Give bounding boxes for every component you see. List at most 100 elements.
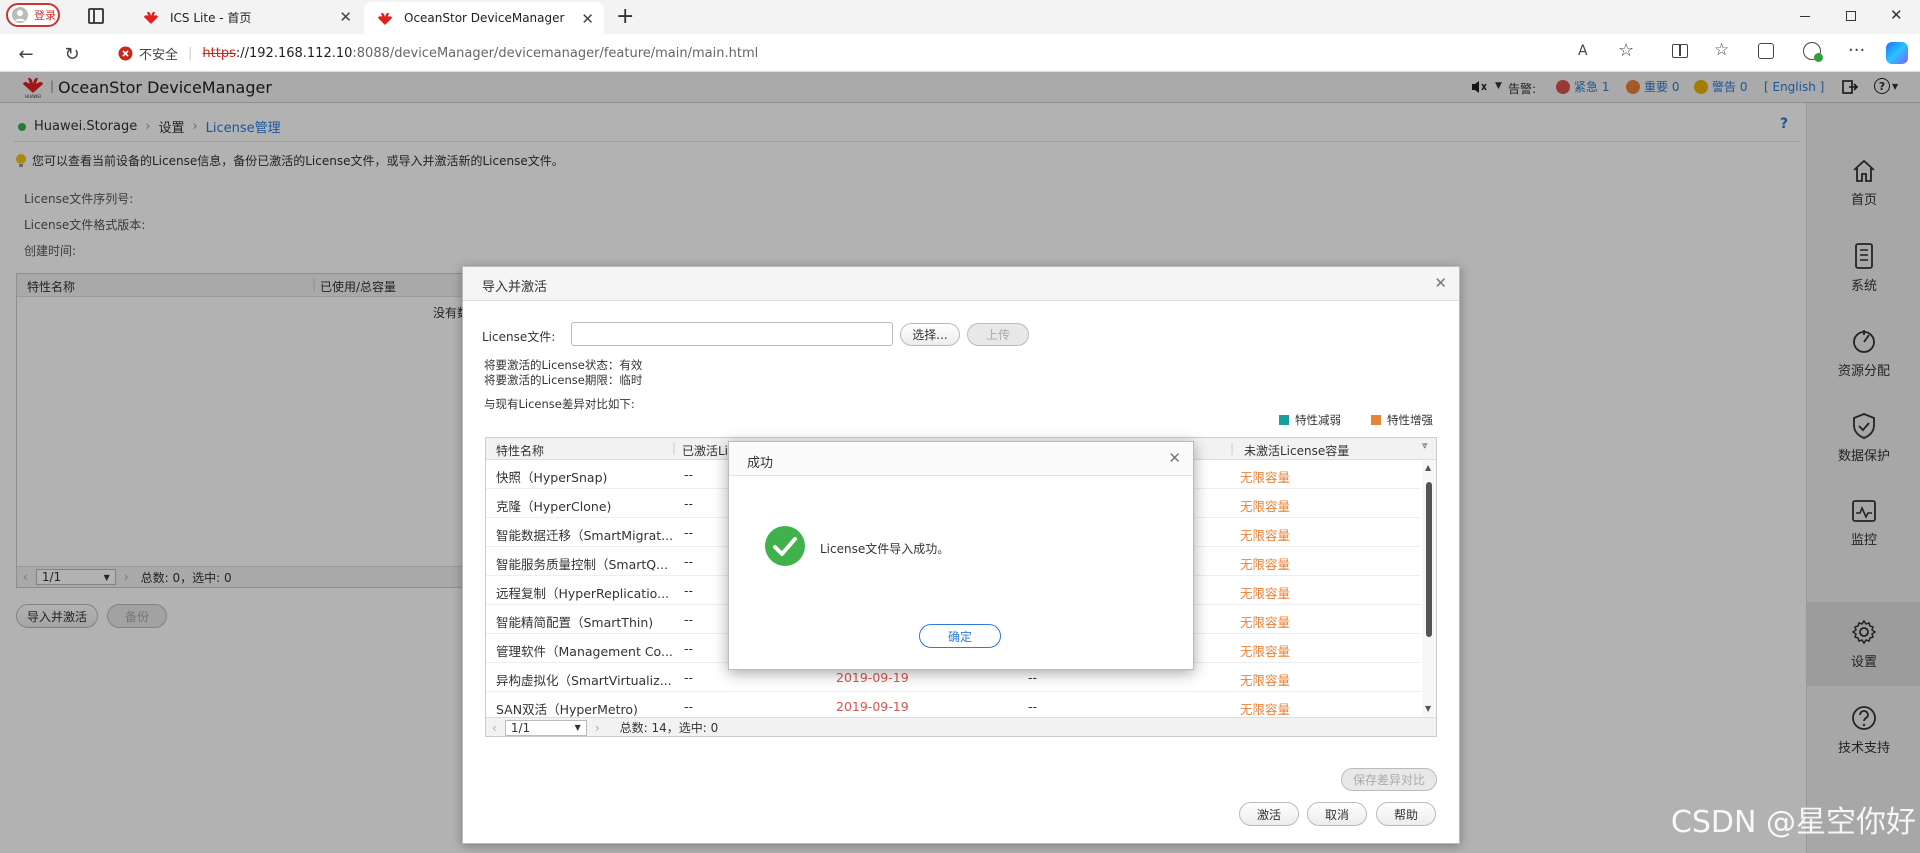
browser-tab-bar: 登录 ICS Lite - 首页 ✕ OceanStor DeviceManag… [0, 0, 1920, 34]
legend-weaken: 特性减弱 [1279, 412, 1341, 428]
legend-enhance: 特性增强 [1371, 412, 1433, 428]
scroll-down-icon[interactable]: ▼ [1425, 704, 1431, 713]
compare-label: 与现有License差异对比如下: [484, 397, 635, 411]
file-label: License文件: [482, 330, 556, 344]
profile-label: 登录 [34, 9, 56, 22]
cell-feature-name: 异构虚拟化（SmartVirtualiz... [496, 673, 672, 688]
save-diff-button[interactable]: 保存差异对比 [1341, 768, 1437, 791]
legend-swatch [1371, 415, 1381, 425]
col-feature[interactable]: 特性名称 [496, 442, 544, 459]
not-secure-icon [118, 46, 133, 60]
cell-capacity: 无限容量 [1240, 470, 1291, 485]
upload-button[interactable]: 上传 [967, 323, 1029, 346]
restore-icon[interactable] [1846, 11, 1856, 21]
cell-value: -- [1028, 699, 1038, 714]
favorites-icon[interactable]: ☆ [1714, 40, 1729, 60]
license-file-input[interactable] [571, 322, 893, 346]
split-screen-icon[interactable] [1672, 44, 1688, 58]
success-check-icon [765, 526, 805, 566]
cell-capacity: 无限容量 [1240, 644, 1291, 659]
ok-button[interactable]: 确定 [919, 624, 1001, 648]
diff-summary: 总数: 14，选中: 0 [619, 721, 719, 735]
success-header: 成功 ✕ [729, 442, 1193, 476]
col-activated[interactable]: 已激活Li [682, 442, 728, 459]
license-status: 将要激活的License状态：有效 [484, 358, 643, 372]
avatar-icon [12, 7, 28, 23]
minimize-icon[interactable] [1800, 16, 1810, 17]
refresh-icon[interactable]: ↻ [60, 42, 84, 66]
diff-pager: ‹ 1/1 ▼ › 总数: 14，选中: 0 [486, 717, 1436, 736]
close-icon[interactable]: ✕ [1434, 274, 1447, 292]
success-title: 成功 [747, 456, 774, 471]
tab-actions-icon[interactable] [88, 8, 104, 24]
cell-activated: -- [684, 583, 694, 598]
copilot-icon[interactable] [1886, 42, 1908, 64]
tab-title: ICS Lite - 首页 [170, 10, 252, 25]
back-icon[interactable]: ← [14, 42, 38, 66]
page-select[interactable]: 1/1 ▼ [504, 719, 587, 736]
new-tab-button[interactable]: + [616, 4, 634, 29]
cell-capacity: 无限容量 [1240, 528, 1291, 543]
read-aloud-icon[interactable]: A [1578, 43, 1588, 59]
cell-feature-name: 智能服务质量控制（SmartQ... [496, 557, 669, 572]
close-window-icon[interactable]: ✕ [1890, 6, 1903, 24]
cell-activated: -- [684, 699, 694, 714]
cell-activated: -- [684, 467, 694, 482]
more-menu-icon[interactable]: ··· [1848, 40, 1865, 61]
cell-capacity: 无限容量 [1240, 586, 1291, 601]
cell-date: 2019-09-19 [836, 699, 909, 714]
cell-activated: -- [684, 641, 694, 656]
cell-capacity: 无限容量 [1240, 673, 1291, 688]
collections-icon[interactable] [1758, 43, 1774, 59]
cell-capacity: 无限容量 [1240, 557, 1291, 572]
col-inactive-capacity[interactable]: 未激活License容量 [1244, 442, 1349, 459]
legend-swatch [1279, 415, 1289, 425]
url-path: :8088/deviceManager/devicemanager/featur… [352, 45, 759, 61]
browser-essentials-icon[interactable] [1803, 42, 1823, 62]
cell-activated: -- [684, 525, 694, 540]
close-tab-icon[interactable]: ✕ [581, 10, 594, 28]
cell-capacity: 无限容量 [1240, 702, 1291, 717]
cell-activated: -- [684, 496, 694, 511]
url-scheme: https [202, 45, 236, 61]
huawei-favicon [144, 11, 158, 24]
activate-button[interactable]: 激活 [1239, 802, 1299, 826]
cell-feature-name: SAN双活（HyperMetro) [496, 702, 638, 717]
close-tab-icon[interactable]: ✕ [339, 8, 352, 26]
security-label: 不安全 [139, 47, 179, 63]
help-button[interactable]: 帮助 [1376, 802, 1436, 826]
dialog-title: 导入并激活 [482, 280, 548, 295]
close-icon[interactable]: ✕ [1168, 449, 1181, 467]
scroll-thumb[interactable] [1426, 482, 1432, 637]
cancel-button[interactable]: 取消 [1307, 802, 1367, 826]
cell-capacity: 无限容量 [1240, 499, 1291, 514]
tab-title: OceanStor DeviceManager [404, 11, 565, 25]
cell-feature-name: 克隆（HyperClone) [496, 499, 612, 514]
cell-feature-name: 智能精简配置（SmartThin) [496, 615, 654, 630]
next-page-icon[interactable]: › [595, 721, 600, 735]
url-host: ://192.168.112.10 [235, 45, 353, 61]
cell-feature-name: 智能数据迁移（SmartMigrat... [496, 528, 674, 543]
url-bar[interactable]: 不安全 | https ://192.168.112.10 :8088/devi… [104, 39, 1664, 67]
tab-ics-lite[interactable]: ICS Lite - 首页 ✕ [130, 0, 362, 34]
scroll-up-icon[interactable]: ▲ [1425, 463, 1431, 472]
cell-feature-name: 远程复制（HyperReplicatio... [496, 586, 670, 601]
column-menu-icon[interactable]: ⩔ [1422, 440, 1428, 451]
prev-page-icon[interactable]: ‹ [492, 721, 497, 735]
cell-date: 2019-09-19 [836, 670, 909, 685]
cell-feature-name: 管理软件（Management Co... [496, 644, 673, 659]
cell-capacity: 无限容量 [1240, 615, 1291, 630]
success-dialog: 成功 ✕ License文件导入成功。 确定 [728, 441, 1194, 670]
cell-activated: -- [684, 554, 694, 569]
tab-oceanstor[interactable]: OceanStor DeviceManager ✕ [364, 2, 604, 34]
license-term: 将要激活的License期限：临时 [484, 373, 643, 387]
diff-scrollbar[interactable]: ▲ ▼ [1422, 460, 1436, 717]
cell-activated: -- [684, 612, 694, 627]
address-bar: ← ↻ 不安全 | https ://192.168.112.10 :8088/… [0, 34, 1920, 72]
select-file-button[interactable]: 选择... [900, 323, 960, 346]
profile-button[interactable]: 登录 [6, 3, 60, 27]
cell-feature-name: 快照（HyperSnap) [496, 470, 608, 485]
dialog-header: 导入并激活 ✕ [463, 267, 1459, 301]
success-message: License文件导入成功。 [820, 542, 950, 556]
favorite-star-icon[interactable]: ☆ [1618, 40, 1634, 61]
